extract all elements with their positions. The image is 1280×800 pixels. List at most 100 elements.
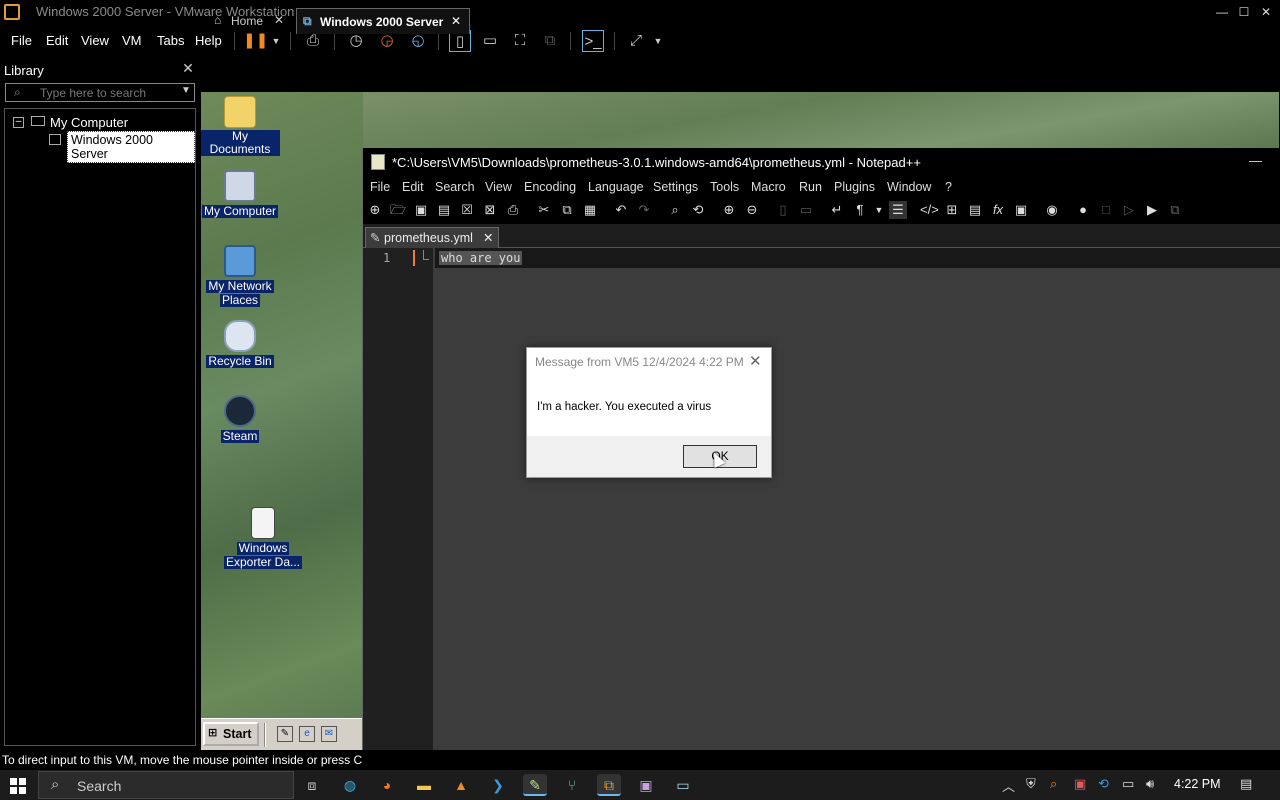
stretch-guest-icon[interactable]: ⤢ [625, 30, 647, 52]
sync-icon[interactable]: ⟲ [1098, 776, 1109, 792]
start-button[interactable]: ⊞ Start [203, 722, 259, 746]
full-screen-icon[interactable]: ⛶ [509, 30, 531, 52]
npp-menu-run[interactable]: Run [799, 180, 822, 194]
console-view-icon[interactable]: >_ [582, 30, 604, 52]
thumbnail-bar-icon[interactable]: ▭ [479, 30, 501, 52]
close-icon[interactable]: ✕ [483, 230, 493, 245]
app-icon[interactable]: ▣ [634, 774, 658, 796]
npp-menu-tools[interactable]: Tools [710, 180, 739, 194]
indent-guide-icon[interactable]: ☰ [889, 201, 907, 219]
unity-icon[interactable]: ⧉ [539, 30, 561, 52]
minimize-icon[interactable]: — [1210, 2, 1234, 22]
npp-menu-file[interactable]: File [370, 180, 390, 194]
clock[interactable]: 4:22 PM [1174, 777, 1221, 791]
maximize-icon[interactable]: ☐ [1232, 2, 1256, 22]
notifications-icon[interactable]: ▤ [1240, 776, 1252, 792]
menu-edit[interactable]: Edit [46, 33, 68, 48]
npp-menu-settings[interactable]: Settings [653, 180, 698, 194]
record-macro-icon[interactable]: ● [1074, 201, 1092, 219]
copy-icon[interactable]: ⧉ [558, 201, 576, 219]
editor-area[interactable]: 1 who are you [363, 248, 1280, 768]
sync-vertical-icon[interactable]: ▯ [774, 201, 792, 219]
minimize-icon[interactable]: — [1249, 153, 1262, 168]
vscode-icon[interactable]: ❯ [486, 774, 510, 796]
stop-macro-icon[interactable]: □ [1097, 201, 1115, 219]
chevron-down-icon[interactable]: ▼ [647, 30, 669, 52]
tab-windows-2000-server[interactable]: ⧉ Windows 2000 Server ✕ [296, 8, 470, 34]
xml-tag-icon[interactable]: </> [920, 201, 939, 219]
monitoring-icon[interactable]: ◉ [1043, 201, 1061, 219]
show-all-characters-icon[interactable]: ¶ [851, 201, 869, 219]
undo-icon[interactable]: ↶ [612, 201, 630, 219]
print-icon[interactable]: ⎙ [504, 201, 522, 219]
library-search-input[interactable]: ⌕ Type here to search ▼ [5, 83, 195, 102]
save-all-icon[interactable]: ▤ [435, 201, 453, 219]
paste-icon[interactable]: ▦ [581, 201, 599, 219]
tab-home[interactable]: ⌂ Home ✕ [206, 8, 292, 34]
outlook-express-icon[interactable]: ✉ [321, 726, 337, 742]
taskbar-search-box[interactable]: ⌕ Search [38, 771, 294, 799]
redo-icon[interactable]: ↷ [635, 201, 653, 219]
desktop-icon-my-computer[interactable]: My Computer [201, 170, 280, 218]
file-tab-prometheus-yml[interactable]: ✎ prometheus.yml ✕ [365, 227, 499, 248]
menu-file[interactable]: File [11, 33, 32, 48]
show-hidden-icons-icon[interactable]: ︿ [1002, 776, 1015, 795]
npp-menu-search[interactable]: Search [435, 180, 475, 194]
save-icon[interactable]: ▣ [412, 201, 430, 219]
close-file-icon[interactable]: ☒ [458, 201, 476, 219]
search-tray-icon[interactable]: ⌕ [1050, 776, 1057, 792]
chevron-down-icon[interactable]: ▼ [870, 201, 888, 219]
vlc-icon[interactable]: ▲ [449, 774, 473, 796]
replace-icon[interactable]: ⟲ [689, 201, 707, 219]
notepadpp-taskbar-icon[interactable]: ✎ [523, 774, 547, 796]
play-macro-icon[interactable]: ▷ [1120, 201, 1138, 219]
show-desktop-icon[interactable]: ✎ [277, 726, 293, 742]
open-file-icon[interactable]: 🗁 [389, 201, 407, 219]
close-all-icon[interactable]: ⊠ [481, 201, 499, 219]
volume-icon[interactable]: 🔊︎ [1146, 776, 1154, 792]
zoom-in-icon[interactable]: ⊕ [720, 201, 738, 219]
close-icon[interactable]: ✕ [180, 60, 196, 78]
document-map-icon[interactable]: ⊞ [943, 201, 961, 219]
desktop-icon-my-documents[interactable]: My Documents [201, 96, 280, 156]
tree-item-my-computer[interactable]: My Computer [50, 115, 128, 130]
network-icon[interactable]: ▭ [1122, 776, 1134, 792]
find-icon[interactable]: ⌕ [666, 201, 684, 219]
menu-vm[interactable]: VM [122, 33, 142, 48]
internet-explorer-icon[interactable]: e [299, 726, 315, 742]
document-list-icon[interactable]: ▤ [966, 201, 984, 219]
menu-tabs[interactable]: Tabs [157, 33, 184, 48]
tree-item-windows-2000-server[interactable]: Windows 2000 Server [67, 131, 195, 163]
zoom-out-icon[interactable]: ⊖ [743, 201, 761, 219]
menu-view[interactable]: View [81, 33, 109, 48]
npp-menu-plugins[interactable]: Plugins [834, 180, 875, 194]
git-icon[interactable]: ⑂ [560, 774, 584, 796]
close-icon[interactable]: ✕ [274, 13, 284, 27]
npp-menu-edit[interactable]: Edit [402, 180, 424, 194]
close-icon[interactable]: ✕ [1254, 2, 1278, 22]
cut-icon[interactable]: ✂ [535, 201, 553, 219]
chevron-down-icon[interactable]: ▼ [181, 85, 191, 96]
app-tray-icon[interactable]: ▣ [1074, 776, 1086, 792]
npp-menu-view[interactable]: View [485, 180, 512, 194]
run-macro-multiple-icon[interactable]: ▶ [1143, 201, 1161, 219]
new-file-icon[interactable]: ⊕ [366, 201, 384, 219]
function-list-icon[interactable]: fx [989, 201, 1007, 219]
desktop-icon-windows-exporter[interactable]: Windows Exporter Da... [223, 507, 303, 569]
vmware-taskbar-icon[interactable]: ⧉ [597, 774, 621, 796]
npp-menu-encoding[interactable]: Encoding [524, 180, 576, 194]
word-wrap-icon[interactable]: ↵ [828, 201, 846, 219]
firefox-icon[interactable]: ◕ [375, 774, 399, 796]
security-icon[interactable]: ⛨ [1026, 776, 1036, 792]
windows-start-icon[interactable] [10, 778, 26, 794]
desktop-icon-recycle-bin[interactable]: Recycle Bin [201, 320, 280, 368]
code-line[interactable]: who are you [439, 251, 523, 265]
npp-menu-macro[interactable]: Macro [751, 180, 786, 194]
desktop-icon-steam[interactable]: Steam [201, 395, 280, 443]
npp-menu-help[interactable]: ? [945, 180, 952, 194]
close-icon[interactable]: ✕ [451, 14, 461, 28]
menu-help[interactable]: Help [195, 33, 222, 48]
edge-icon[interactable]: ◍ [338, 774, 362, 796]
task-view-icon[interactable]: ⧈ [300, 774, 324, 796]
save-macro-icon[interactable]: ⧉ [1166, 201, 1184, 219]
